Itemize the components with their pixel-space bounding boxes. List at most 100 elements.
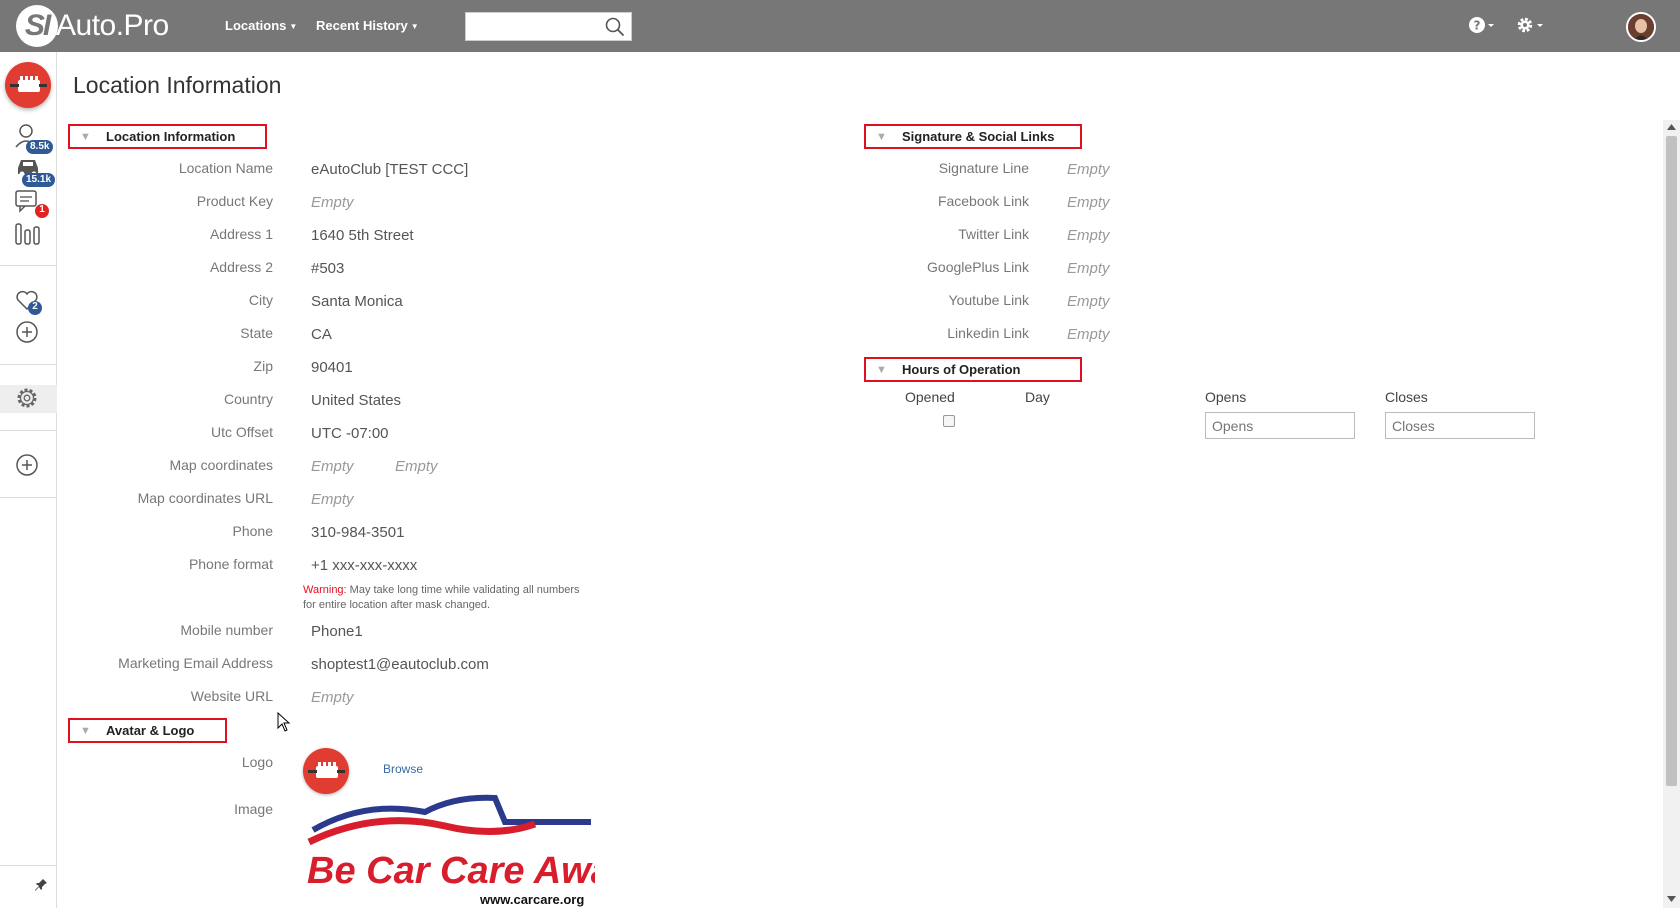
logo-text: Auto.Pro [56, 9, 169, 42]
search-input[interactable] [466, 13, 606, 40]
section-title: Avatar & Logo [106, 723, 195, 738]
brand-icon[interactable] [5, 62, 51, 108]
browse-link[interactable]: Browse [383, 762, 423, 776]
top-bar: SI Auto.Pro Locations ▼ Recent History ▼ ? [0, 0, 1680, 52]
field-label: City [248, 292, 273, 308]
app-logo[interactable]: SI Auto.Pro [16, 4, 169, 48]
closes-input[interactable] [1385, 412, 1535, 439]
social-field-value[interactable]: Empty [1067, 293, 1110, 310]
signature-section-header[interactable]: ▼ Signature & Social Links [864, 124, 1082, 149]
social-field-label: GooglePlus Link [927, 259, 1029, 275]
help-menu[interactable]: ? [1467, 14, 1497, 41]
field-value[interactable]: Empty [311, 491, 354, 508]
logo-mark: SI [16, 5, 58, 47]
caret-down-icon: ▼ [289, 22, 298, 32]
social-field-value[interactable]: Empty [1067, 260, 1110, 277]
opened-checkbox[interactable] [943, 415, 955, 427]
user-avatar[interactable] [1626, 12, 1656, 42]
field-label: Website URL [190, 688, 273, 704]
logo-preview [303, 748, 349, 794]
field-value[interactable]: 310-984-3501 [311, 524, 404, 541]
social-field-label: Linkedin Link [947, 325, 1029, 341]
caret-down-icon: ▼ [410, 22, 419, 32]
field-value[interactable]: United States [311, 392, 401, 409]
gear-icon [1517, 17, 1543, 33]
sidebar-divider [0, 865, 57, 866]
field-label: Phone [232, 523, 273, 539]
page-title: Location Information [73, 72, 282, 98]
social-field-label: Facebook Link [937, 193, 1029, 209]
field-value[interactable]: +1 xxx-xxx-xxxx [311, 557, 417, 574]
search-icon[interactable] [605, 17, 625, 42]
collapse-triangle-icon: ▼ [876, 363, 887, 376]
location-section-header[interactable]: ▼ Location Information [68, 124, 267, 149]
field-value[interactable]: Phone1 [311, 623, 363, 640]
field-value[interactable]: eAutoClub [TEST CCC] [311, 161, 468, 178]
field-value[interactable]: Empty [311, 194, 354, 211]
logo-label: Logo [241, 754, 273, 770]
field-label: Utc Offset [211, 424, 273, 440]
warning-label: Warning: [303, 584, 347, 596]
social-field-value[interactable]: Empty [1067, 227, 1110, 244]
field-label: Phone format [188, 556, 273, 572]
avatar-section-header[interactable]: ▼ Avatar & Logo [68, 718, 227, 743]
field-value[interactable]: UTC -07:00 [311, 425, 389, 442]
image-label: Image [234, 801, 273, 817]
search-box [465, 12, 632, 41]
scroll-thumb[interactable] [1666, 136, 1677, 786]
field-value[interactable]: 90401 [311, 359, 353, 376]
page-scrollbar[interactable] [1663, 120, 1680, 908]
field-label: State [240, 325, 273, 341]
pin-sidebar-button[interactable] [34, 878, 48, 897]
social-field-label: Twitter Link [958, 226, 1029, 242]
field-label: Marketing Email Address [118, 655, 273, 671]
col-closes: Closes [1385, 389, 1428, 405]
field-value[interactable]: 1640 5th Street [311, 227, 414, 244]
pin-icon [35, 879, 47, 891]
col-day: Day [1025, 389, 1050, 405]
nav-locations[interactable]: Locations ▼ [225, 18, 297, 33]
social-field-label: Youtube Link [948, 292, 1029, 308]
field-value[interactable]: shoptest1@eautoclub.com [311, 656, 489, 673]
settings-menu[interactable] [1515, 14, 1547, 41]
social-field-value[interactable]: Empty [1067, 194, 1110, 211]
social-field-value[interactable]: Empty [1067, 326, 1110, 343]
section-title: Signature & Social Links [902, 129, 1055, 144]
field-value[interactable]: Empty [311, 458, 354, 475]
scroll-down-icon[interactable] [1667, 896, 1676, 902]
collapse-triangle-icon: ▼ [876, 130, 887, 143]
field-label: Map coordinates [169, 457, 273, 473]
scroll-up-icon[interactable] [1667, 124, 1676, 130]
social-field-value[interactable]: Empty [1067, 161, 1110, 178]
field-label: Product Key [196, 193, 273, 209]
nav-recent-history[interactable]: Recent History ▼ [316, 18, 419, 33]
section-title: Hours of Operation [902, 362, 1021, 377]
social-field-label: Signature Line [938, 160, 1029, 176]
left-sidebar: 8.5k 15.1k 1 2 [0, 52, 57, 908]
field-value[interactable]: Santa Monica [311, 293, 403, 310]
hours-section-header[interactable]: ▼ Hours of Operation [864, 357, 1082, 382]
field-value-secondary[interactable]: Empty [395, 458, 438, 475]
collapse-triangle-icon: ▼ [80, 724, 91, 737]
svg-text:?: ? [1474, 19, 1481, 33]
nav-locations-label: Locations [225, 18, 287, 33]
nav-recent-history-label: Recent History [316, 18, 408, 33]
car-care-aware-image: Be Car Care Aware www.carcare.org [305, 790, 648, 908]
image-text-main: Be Car Care Aware [307, 850, 595, 892]
field-value[interactable]: CA [311, 326, 332, 343]
image-text-url: www.carcare.org [479, 892, 584, 907]
field-label: Map coordinates URL [137, 490, 273, 506]
opens-input[interactable] [1205, 412, 1355, 439]
mouse-cursor-icon [277, 711, 291, 737]
field-value[interactable]: #503 [311, 260, 344, 277]
help-icon: ? [1469, 17, 1494, 33]
section-title: Location Information [106, 129, 236, 144]
col-opened: Opened [905, 389, 955, 405]
customers-badge: 8.5k [26, 140, 54, 154]
field-value[interactable]: Empty [311, 689, 354, 706]
field-label: Country [223, 391, 273, 407]
phone-format-warning: Warning: May take long time while valida… [303, 583, 593, 613]
field-label: Location Name [178, 160, 273, 176]
field-label: Address 1 [209, 226, 273, 242]
field-label: Zip [253, 358, 273, 374]
